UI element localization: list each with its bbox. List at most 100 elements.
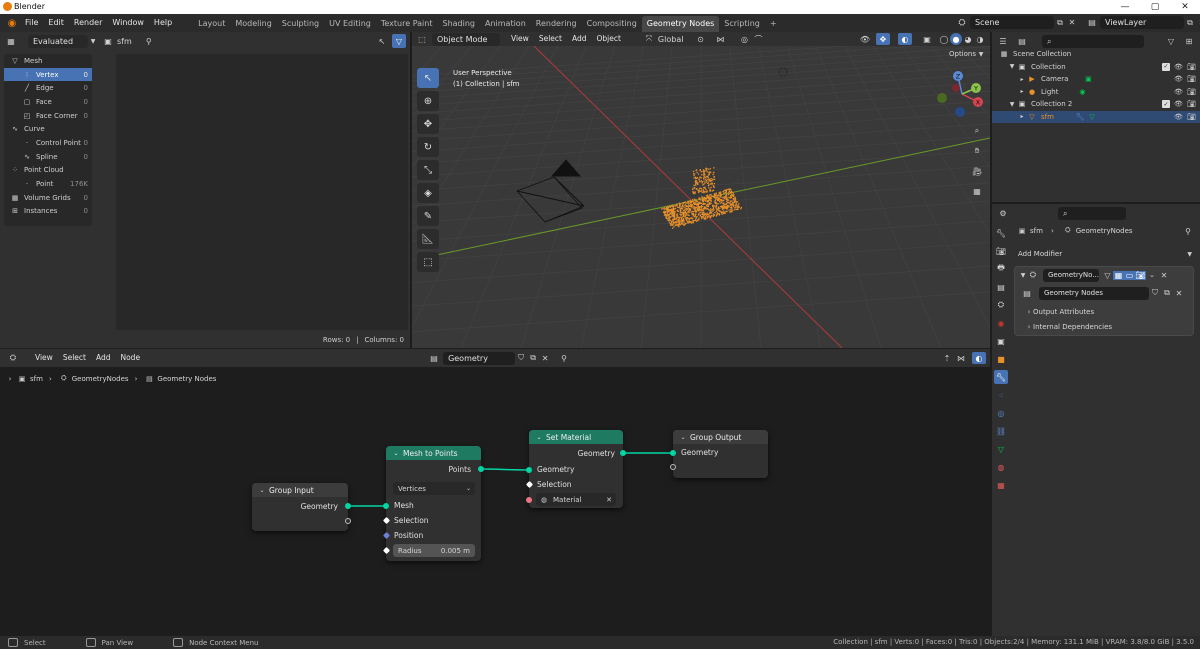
3d-viewport[interactable]: Z X Y Options ▼ User Perspective (1) Col… bbox=[412, 46, 990, 348]
new-collection-icon[interactable]: ⊞ bbox=[1182, 37, 1196, 46]
eye-icon[interactable]: 👁︎ bbox=[1174, 75, 1183, 83]
workspace-tab-texture-paint[interactable]: Texture Paint bbox=[376, 16, 438, 32]
rotate-tool-icon[interactable]: ↻ bbox=[417, 137, 439, 157]
eye-icon[interactable]: 👁︎ bbox=[1174, 113, 1183, 121]
collapse-chevron-icon[interactable]: ⌄ bbox=[258, 487, 266, 494]
node-editor-canvas[interactable]: › ▣ sfm › ⛭ GeometryNodes › ▤ Geometry N… bbox=[0, 367, 990, 635]
cursor-tool-icon[interactable]: ⊕ bbox=[417, 91, 439, 111]
data-set-point[interactable]: · Point 176K bbox=[4, 177, 92, 191]
perspective-toggle-icon[interactable]: ▦ bbox=[970, 184, 984, 198]
properties-search-input[interactable]: ⌕ bbox=[1058, 206, 1126, 220]
close-button[interactable]: ✕ bbox=[1170, 0, 1200, 14]
viewport-menu-object[interactable]: Object bbox=[591, 32, 625, 46]
mesh-data-icon[interactable]: ▽ bbox=[1086, 113, 1098, 121]
radius-field[interactable]: Radius 0.005 m bbox=[393, 544, 475, 557]
workspace-tab-scripting[interactable]: Scripting bbox=[719, 16, 765, 32]
outliner-item-scene-collection[interactable]: ▦ Scene Collection bbox=[992, 48, 1200, 61]
data-set-edge[interactable]: ╱ Edge 0 bbox=[4, 81, 92, 95]
workspace-tab-sculpting[interactable]: Sculpting bbox=[277, 16, 324, 32]
snap-icon[interactable]: ⋈ bbox=[713, 35, 727, 44]
scene-tab-icon[interactable]: ⛭ bbox=[994, 298, 1008, 312]
blender-menu-icon[interactable]: ◉ bbox=[4, 18, 20, 29]
snap-icon[interactable]: ⋈ bbox=[954, 354, 968, 363]
world-tab-icon[interactable]: ◉ bbox=[994, 316, 1008, 330]
collapse-chevron-icon[interactable]: ⌄ bbox=[392, 450, 400, 457]
workspace-tab-uv-editing[interactable]: UV Editing bbox=[324, 16, 376, 32]
expand-chevron-icon[interactable]: ▼ bbox=[1008, 63, 1016, 70]
filter-icon[interactable]: ▽ bbox=[392, 34, 406, 48]
expand-chevron-icon[interactable]: ▼ bbox=[1008, 101, 1016, 108]
annotate-tool-icon[interactable]: ✎ bbox=[417, 206, 439, 226]
data-tab-icon[interactable]: ▽ bbox=[994, 442, 1008, 456]
data-set-spline[interactable]: ∿ Spline 0 bbox=[4, 150, 92, 164]
points-output-socket[interactable] bbox=[478, 466, 484, 472]
view-layer-selector[interactable]: ViewLayer bbox=[1100, 16, 1184, 29]
mode-dropdown[interactable]: Vertices ⌄ bbox=[393, 482, 475, 495]
output-tab-icon[interactable]: 🖶︎ bbox=[994, 262, 1008, 276]
fake-user-icon[interactable]: ⛉ bbox=[515, 353, 527, 363]
viewport-options-button[interactable]: Options ▼ bbox=[949, 50, 986, 58]
editor-type-icon[interactable]: ▦ bbox=[0, 37, 22, 46]
render-camera-icon[interactable]: 📷︎ bbox=[1187, 100, 1196, 108]
expand-chevron-icon[interactable]: ▸ bbox=[1018, 76, 1026, 83]
delete-view-layer-icon[interactable]: ✕ bbox=[1196, 18, 1200, 27]
set-material-node[interactable]: ⌄ Set Material Geometry Geometry Selecti… bbox=[525, 430, 626, 508]
expand-chevron-icon[interactable]: ▸ bbox=[1018, 113, 1026, 120]
menu-window[interactable]: Window bbox=[107, 14, 149, 32]
modifier-menu-chevron-icon[interactable]: ⌄ bbox=[1146, 271, 1158, 279]
measure-tool-icon[interactable]: 📐︎ bbox=[417, 229, 439, 249]
outliner-item-collection-2[interactable]: ▼ ▣ Collection 2 ✓ 👁︎ 📷︎ bbox=[992, 98, 1200, 111]
edit-mode-toggle-icon[interactable]: ▽ bbox=[1102, 271, 1113, 280]
outliner-item-collection[interactable]: ▼ ▣ Collection ✓ 👁︎ 📷︎ bbox=[992, 61, 1200, 74]
mesh-input-socket[interactable] bbox=[383, 503, 389, 509]
zoom-icon[interactable]: ⌕ bbox=[970, 124, 984, 138]
material-shading-icon[interactable]: ◕ bbox=[962, 35, 974, 44]
evaluation-mode-dropdown[interactable]: Evaluated bbox=[28, 34, 88, 48]
transform-tool-icon[interactable]: ◈ bbox=[417, 183, 439, 203]
data-set-face-corner[interactable]: ◰ Face Corner 0 bbox=[4, 109, 92, 123]
on-cage-toggle-icon[interactable]: ▦ bbox=[1113, 270, 1124, 280]
fake-user-icon[interactable]: ⛉ bbox=[1149, 288, 1161, 298]
camera-view-icon[interactable]: 🎥︎ bbox=[970, 164, 984, 178]
output-attributes-section[interactable]: › Output Attributes bbox=[1015, 304, 1193, 319]
pivot-icon[interactable]: ⊙ bbox=[693, 35, 707, 44]
viewport-toggle-icon[interactable]: ▭ bbox=[1124, 270, 1135, 280]
data-set-curve[interactable]: ∿ Curve bbox=[4, 122, 92, 136]
node-menu-add[interactable]: Add bbox=[91, 349, 116, 367]
collapse-chevron-icon[interactable]: ⌄ bbox=[679, 434, 687, 441]
workspace-tab-animation[interactable]: Animation bbox=[480, 16, 531, 32]
new-view-layer-icon[interactable]: ⧉ bbox=[1184, 18, 1196, 28]
properties-editor-type-icon[interactable]: ⚙ bbox=[992, 209, 1014, 218]
particles-tab-icon[interactable]: ⁖ bbox=[994, 388, 1008, 402]
group-input-node[interactable]: ⌄ Group Input Geometry bbox=[252, 483, 351, 531]
render-toggle-icon[interactable]: 📷︎ bbox=[1135, 270, 1146, 280]
eye-icon[interactable]: 👁︎ bbox=[1174, 63, 1183, 71]
geometry-input-socket[interactable] bbox=[670, 450, 676, 456]
render-tab-icon[interactable]: 📷︎ bbox=[994, 244, 1008, 258]
object-tab-icon[interactable]: ■ bbox=[994, 352, 1008, 366]
node-menu-select[interactable]: Select bbox=[58, 349, 91, 367]
material-selector[interactable]: ◍ Material ✕ bbox=[536, 493, 616, 506]
material-tab-icon[interactable]: ◍ bbox=[994, 460, 1008, 474]
physics-tab-icon[interactable]: ◎ bbox=[994, 406, 1008, 420]
node-group-selector[interactable]: Geometry Nodes bbox=[1039, 286, 1149, 300]
viewport-menu-view[interactable]: View bbox=[506, 32, 534, 46]
viewport-menu-select[interactable]: Select bbox=[534, 32, 567, 46]
texture-tab-icon[interactable]: ▦ bbox=[994, 478, 1008, 492]
delete-scene-icon[interactable]: ✕ bbox=[1066, 18, 1078, 27]
workspace-tab-geometry-nodes[interactable]: Geometry Nodes bbox=[641, 15, 720, 32]
minimize-button[interactable]: — bbox=[1110, 0, 1140, 14]
overlay-icon[interactable]: ◐ bbox=[972, 352, 986, 364]
display-mode-icon[interactable]: ▤ bbox=[1014, 37, 1030, 46]
data-set-point-cloud[interactable]: ⁘ Point Cloud bbox=[4, 164, 92, 178]
menu-render[interactable]: Render bbox=[69, 14, 107, 32]
node-editor-type-icon[interactable]: ⛭ bbox=[2, 353, 24, 363]
menu-edit[interactable]: Edit bbox=[43, 14, 69, 32]
checkbox-icon[interactable]: ✓ bbox=[1162, 100, 1170, 109]
viewport-editor-type-icon[interactable]: ⬚ bbox=[412, 35, 432, 44]
eye-icon[interactable]: 👁︎ bbox=[1174, 88, 1183, 96]
empty-input-socket[interactable] bbox=[670, 464, 676, 470]
transform-orientation-dropdown[interactable]: Global bbox=[658, 35, 684, 44]
visibility-icon[interactable]: 👁︎ bbox=[858, 35, 872, 44]
data-set-instances[interactable]: ⊞ Instances 0 bbox=[4, 205, 92, 219]
